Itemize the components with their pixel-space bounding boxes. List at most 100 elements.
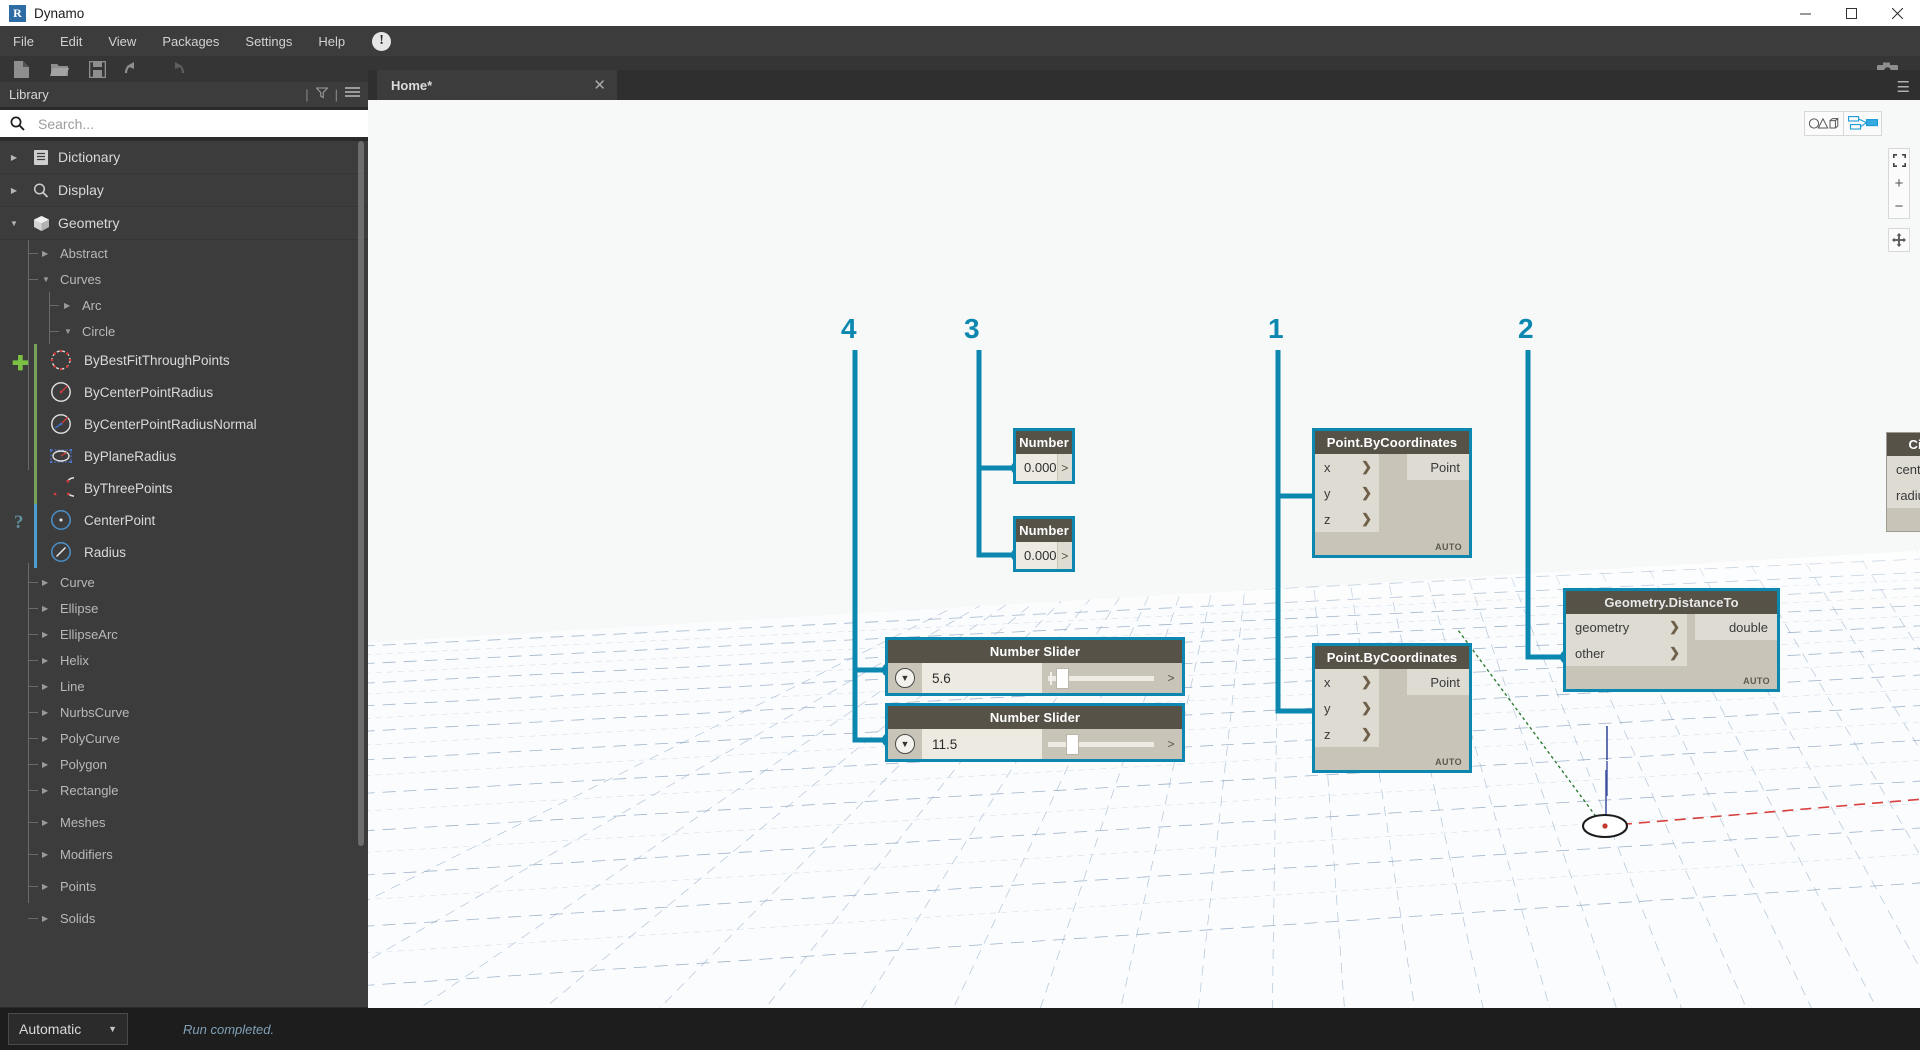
library-subcategory-rectangle[interactable]: ▶ Rectangle <box>0 777 368 803</box>
library-subcategory-meshes[interactable]: ▶ Meshes <box>0 809 368 835</box>
zoom-out-button[interactable]: − <box>1889 195 1909 218</box>
slider-row[interactable]: ▼ 11.5 > <box>888 729 1182 759</box>
menu-file[interactable]: File <box>0 26 47 56</box>
zoom-in-button[interactable]: + <box>1889 172 1909 195</box>
new-file-button[interactable] <box>2 56 40 82</box>
save-file-button[interactable] <box>78 56 116 82</box>
pan-button[interactable] <box>1888 228 1910 252</box>
number-input[interactable]: 0.000 <box>1016 454 1057 481</box>
library-subcategory-helix[interactable]: ▶ Helix <box>0 647 368 673</box>
output-port-chevron-icon[interactable]: > <box>1160 671 1182 685</box>
number-value-row[interactable]: 0.000 > <box>1016 454 1072 481</box>
input-port-z[interactable]: z ❯ <box>1315 506 1379 532</box>
undo-button[interactable] <box>116 56 154 82</box>
library-node-radius[interactable]: Radius <box>0 536 368 568</box>
chevron-right-icon[interactable]: ❯ <box>1669 619 1680 635</box>
run-mode-select[interactable]: Automatic ▼ <box>8 1013 128 1045</box>
slider-expand-button[interactable]: ▼ <box>888 734 922 754</box>
list-view-icon[interactable] <box>345 87 360 102</box>
library-scrollbar[interactable] <box>358 141 364 841</box>
library-node-centerpoint[interactable]: CenterPoint <box>0 504 368 536</box>
zoom-to-fit-button[interactable] <box>1889 149 1909 172</box>
library-subcategory-nurbscurve[interactable]: ▶ NurbsCurve <box>0 699 368 725</box>
chevron-right-icon[interactable]: ❯ <box>1361 700 1372 716</box>
maximize-button[interactable] <box>1828 0 1874 26</box>
library-node-bybestfitthroughpoints[interactable]: ByBestFitThroughPoints <box>0 344 368 376</box>
input-port-geometry[interactable]: geometry ❯ <box>1566 614 1687 640</box>
library-category-display[interactable]: ▶ Display <box>0 174 368 207</box>
input-port-radius[interactable]: radius ❯ <box>1887 482 1920 508</box>
chevron-right-icon[interactable]: ❯ <box>1361 511 1372 527</box>
menu-settings[interactable]: Settings <box>232 26 305 56</box>
slider-track-wrap[interactable] <box>1042 729 1160 759</box>
library-node-byplaneradius[interactable]: ByPlaneRadius <box>0 440 368 472</box>
library-subcategory-line[interactable]: ▶ Line <box>0 673 368 699</box>
tab-home[interactable]: Home* ✕ <box>377 70 617 100</box>
node-point-bycoordinates-1[interactable]: Point.ByCoordinates Point x ❯ y ❯ <box>1312 428 1472 558</box>
tab-close-icon[interactable]: ✕ <box>593 76 606 94</box>
node-geometry-distanceto[interactable]: Geometry.DistanceTo double geometry ❯ ot… <box>1563 588 1780 692</box>
toggle-geometry-view-button[interactable] <box>1805 112 1843 135</box>
node-number-slider-2[interactable]: Number Slider ▼ 11.5 > <box>885 703 1185 762</box>
menu-packages[interactable]: Packages <box>149 26 232 56</box>
chevron-right-icon[interactable]: ❯ <box>1361 726 1372 742</box>
library-subcategory-curve[interactable]: ▶ Curve <box>0 569 368 595</box>
library-subcategory-ellipsearc[interactable]: ▶ EllipseArc <box>0 621 368 647</box>
redo-button[interactable] <box>154 56 192 82</box>
input-port-other[interactable]: other ❯ <box>1566 640 1687 666</box>
library-subcategory-points[interactable]: ▶ Points <box>0 873 368 899</box>
slider-expand-button[interactable]: ▼ <box>888 668 922 688</box>
library-node-bycenterpointradius[interactable]: ByCenterPointRadius <box>0 376 368 408</box>
library-subcategory-abstract[interactable]: ▶ Abstract <box>0 240 368 266</box>
slider-track-wrap[interactable] <box>1042 663 1160 693</box>
input-port-centerpoint[interactable]: centerPoint ❯ <box>1887 456 1920 482</box>
library-subcategory-modifiers[interactable]: ▶ Modifiers <box>0 841 368 867</box>
menu-view[interactable]: View <box>95 26 149 56</box>
library-category-geometry[interactable]: ▼ Geometry <box>0 207 368 240</box>
library-subcategory-polygon[interactable]: ▶ Polygon <box>0 751 368 777</box>
library-subcategory-ellipse[interactable]: ▶ Ellipse <box>0 595 368 621</box>
chevron-right-icon[interactable]: ❯ <box>1669 645 1680 661</box>
library-category-dictionary[interactable]: ▶ Dictionary <box>0 141 368 174</box>
library-node-bycenterpointradiusnormal[interactable]: ByCenterPointRadiusNormal <box>0 408 368 440</box>
toggle-graph-view-button[interactable] <box>1843 112 1881 135</box>
slider-value-input[interactable]: 11.5 <box>922 729 1042 759</box>
library-subcategory-curves[interactable]: ▼ Curves <box>0 266 368 292</box>
slider-thumb[interactable] <box>1056 668 1069 689</box>
chevron-right-icon[interactable]: ❯ <box>1361 485 1372 501</box>
slider-thumb[interactable] <box>1066 734 1079 755</box>
input-port-y[interactable]: y ❯ <box>1315 695 1379 721</box>
menu-help[interactable]: Help <box>305 26 358 56</box>
node-number-1[interactable]: Number 0.000 > <box>1013 428 1075 484</box>
slider-row[interactable]: ▼ 5.6 > <box>888 663 1182 693</box>
search-input[interactable] <box>36 115 316 133</box>
open-file-button[interactable] <box>40 56 78 82</box>
number-input[interactable]: 0.000 <box>1016 542 1057 569</box>
input-port-y[interactable]: y ❯ <box>1315 480 1379 506</box>
input-port-z[interactable]: z ❯ <box>1315 721 1379 747</box>
slider-track[interactable] <box>1048 742 1154 747</box>
warning-icon[interactable]: ! <box>372 32 391 51</box>
library-search-row[interactable] <box>0 110 368 137</box>
node-point-bycoordinates-2[interactable]: Point.ByCoordinates Point x ❯ y ❯ <box>1312 643 1472 773</box>
graph-canvas[interactable]: 4 3 1 2 Number 0.000 > Number 0.000 > Po… <box>368 100 1920 1008</box>
input-port-x[interactable]: x ❯ <box>1315 669 1379 695</box>
node-circle-bycenterpointradius[interactable]: Circle.ByCenterPointRadius Circle center… <box>1886 432 1920 532</box>
library-type-circle[interactable]: ▼ Circle <box>0 318 368 344</box>
chevron-right-icon[interactable]: ❯ <box>1361 674 1372 690</box>
menu-edit[interactable]: Edit <box>47 26 95 56</box>
hamburger-icon[interactable]: ☰ <box>1897 78 1910 96</box>
library-subcategory-polycurve[interactable]: ▶ PolyCurve <box>0 725 368 751</box>
chevron-right-icon[interactable]: ❯ <box>1361 459 1372 475</box>
minimize-button[interactable] <box>1782 0 1828 26</box>
output-port-chevron-icon[interactable]: > <box>1057 542 1072 569</box>
filter-icon[interactable] <box>316 87 328 102</box>
output-port-chevron-icon[interactable]: > <box>1160 737 1182 751</box>
library-node-bythreepoints[interactable]: ByThreePoints <box>0 472 368 504</box>
node-number-slider-1[interactable]: Number Slider ▼ 5.6 > <box>885 637 1185 696</box>
library-subcategory-solids[interactable]: ▶ Solids <box>0 905 368 931</box>
slider-value-input[interactable]: 5.6 <box>922 663 1042 693</box>
library-scrollbar-thumb[interactable] <box>358 141 364 846</box>
input-port-x[interactable]: x ❯ <box>1315 454 1379 480</box>
library-type-arc[interactable]: ▶ Arc <box>0 292 368 318</box>
